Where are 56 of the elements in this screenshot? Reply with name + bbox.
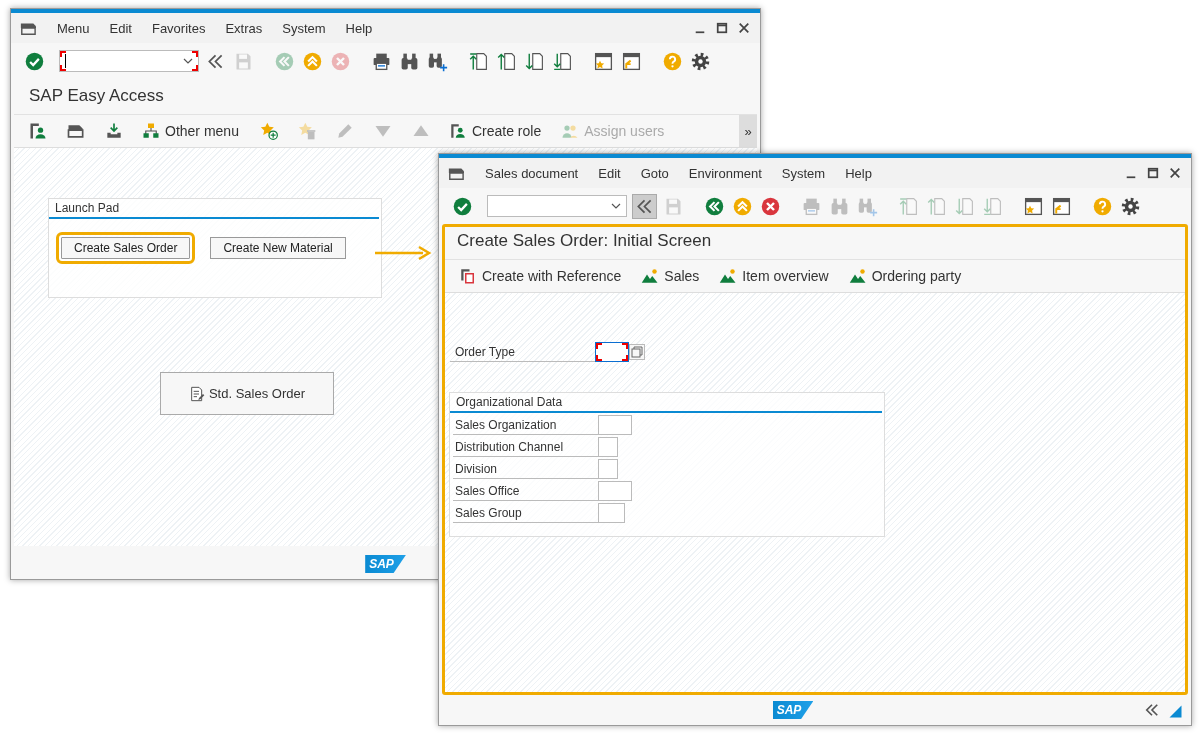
menu-item[interactable]: Favorites (151, 20, 206, 36)
user-frame-icon[interactable] (28, 121, 48, 141)
menu-item[interactable]: Environment (688, 165, 762, 181)
star-plus-icon[interactable] (258, 121, 279, 141)
command-field[interactable] (59, 50, 199, 72)
input-field[interactable] (598, 481, 632, 501)
dropdown-icon[interactable] (183, 58, 193, 64)
arrow (375, 245, 432, 261)
double-chevron-icon[interactable] (1143, 701, 1161, 719)
toolbar-button[interactable]: Sales (641, 267, 706, 285)
close-icon[interactable] (738, 22, 750, 34)
input-field[interactable] (598, 437, 618, 457)
toolbar-button[interactable]: Item overview (719, 267, 835, 285)
dropdown-icon[interactable] (611, 203, 621, 209)
sap-logo: SAP (772, 701, 814, 719)
maximize-icon[interactable] (716, 22, 728, 34)
value-help-icon[interactable] (629, 344, 645, 360)
input-field[interactable] (598, 415, 632, 435)
menu-item[interactable]: Menu (57, 20, 90, 36)
mountain-icon (719, 267, 738, 285)
shortcut-button[interactable]: Std. Sales Order (160, 372, 334, 415)
download-icon[interactable] (104, 121, 124, 141)
mountain-icon (848, 267, 867, 285)
document-icon (188, 385, 205, 402)
input-field[interactable] (598, 459, 618, 479)
close-icon[interactable] (1169, 167, 1181, 179)
order-type-field[interactable] (595, 342, 629, 362)
toolbar-button[interactable]: Create with Reference (459, 267, 628, 285)
group-title: Organizational Data (450, 395, 882, 413)
toolbar-button[interactable]: Other menu (142, 122, 245, 140)
maximize-icon[interactable] (1147, 167, 1159, 179)
menu-item[interactable]: Edit (598, 165, 621, 181)
menu-item[interactable]: System (282, 20, 326, 36)
toolbar-button[interactable]: Ordering party (848, 267, 968, 285)
copy-icon (459, 267, 477, 285)
double-chevron-icon[interactable] (632, 193, 657, 219)
group-title: Launch Pad (49, 201, 379, 219)
menu-item[interactable]: Extras (225, 20, 263, 36)
users-icon (561, 122, 580, 140)
mountain-icon (641, 267, 660, 285)
menu-item[interactable]: System (781, 165, 826, 181)
command-field[interactable] (487, 195, 627, 217)
sap-logo: SAP (365, 555, 406, 573)
menu-item[interactable]: Edit (109, 20, 132, 36)
toolbar-button[interactable]: Create role (448, 122, 548, 140)
menu-item[interactable]: Goto (640, 165, 669, 181)
screen-title: Create Sales Order: Initial Screen (456, 230, 713, 252)
overflow-button[interactable]: » (739, 115, 757, 147)
launch-button[interactable]: Create New Material (210, 237, 346, 259)
user-frame-icon (448, 122, 467, 140)
input-field[interactable] (598, 503, 625, 523)
menu-item[interactable]: Help (845, 165, 872, 181)
screen-title: SAP Easy Access (28, 85, 165, 107)
menu-item[interactable]: Sales document (485, 165, 579, 181)
menu-item[interactable]: Help (345, 20, 373, 36)
hierarchy-icon (142, 122, 160, 140)
